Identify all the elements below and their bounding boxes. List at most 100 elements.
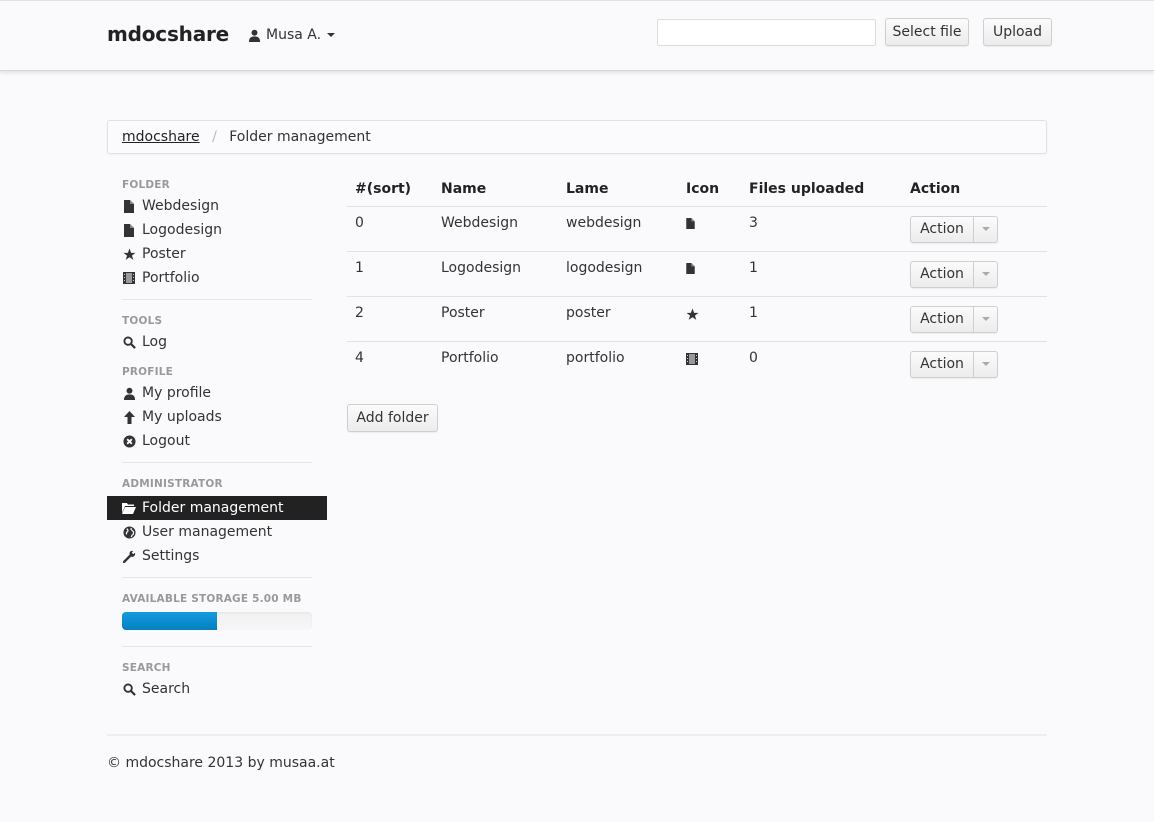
column-header-name: Name (433, 172, 558, 207)
sidebar-item-settings[interactable]: Settings (107, 544, 327, 568)
cell-icon (678, 206, 741, 252)
sidebar-header-tools: Tools (122, 315, 163, 327)
action-button[interactable]: Action (910, 305, 974, 333)
cell-lame: logodesign (558, 251, 678, 297)
cell-icon (678, 296, 741, 342)
sidebar-item-label: My uploads (142, 409, 222, 425)
column-header-sort[interactable]: #(sort) (347, 172, 433, 207)
sidebar-item-logout[interactable]: Logout (107, 429, 327, 453)
star-icon (686, 308, 699, 320)
caret-down-icon (327, 33, 336, 37)
search-icon (122, 682, 136, 696)
sidebar-item-label: Search (142, 681, 191, 697)
table-row: 2 Poster poster 1 Action (347, 296, 1047, 342)
sidebar-item-search[interactable]: Search (107, 677, 327, 701)
breadcrumb-current: Folder management (229, 129, 371, 145)
sidebar-item-webdesign[interactable]: Webdesign (107, 194, 327, 218)
sidebar-item-my-profile[interactable]: My profile (107, 381, 327, 405)
column-header-icon: Icon (678, 172, 741, 207)
cell-files-uploaded: 1 (741, 296, 902, 342)
sidebar-item-label: Logout (142, 433, 190, 449)
action-dropdown-toggle[interactable] (974, 350, 998, 378)
folder-open-icon (122, 501, 136, 515)
sidebar-header-search: Search (122, 662, 171, 674)
star-icon (122, 247, 136, 261)
cell-sort: 0 (347, 206, 433, 252)
sidebar-item-log[interactable]: Log (107, 330, 327, 354)
wrench-icon (122, 549, 136, 563)
action-button[interactable]: Action (910, 215, 974, 243)
table-row: 4 Portfolio portfolio 0 Action (347, 341, 1047, 386)
sidebar-item-label: My profile (142, 385, 212, 401)
user-icon (248, 29, 261, 42)
caret-down-icon (981, 317, 990, 321)
caret-down-icon (981, 362, 990, 366)
cell-icon (678, 341, 741, 386)
film-icon (122, 271, 136, 285)
action-button[interactable]: Action (910, 350, 974, 378)
sidebar-item-user-management[interactable]: User management (107, 520, 327, 544)
action-button[interactable]: Action (910, 260, 974, 288)
cell-lame: portfolio (566, 349, 625, 366)
action-dropdown-toggle[interactable] (974, 260, 998, 288)
file-icon (686, 262, 695, 274)
sidebar-divider (122, 462, 312, 463)
sidebar-item-label: Poster (142, 246, 186, 262)
select-file-button[interactable]: Select file (885, 18, 969, 46)
sidebar-item-my-uploads[interactable]: My uploads (107, 405, 327, 429)
user-menu-dropdown[interactable]: Musa A. (248, 27, 336, 43)
cell-action: Action (902, 341, 1047, 386)
sidebar-item-label: Folder management (142, 500, 284, 516)
search-icon (122, 335, 136, 349)
sidebar-item-portfolio[interactable]: Portfolio (107, 266, 327, 290)
footer-copyright: © mdocshare 2013 by musaa.at (107, 755, 335, 771)
user-icon (122, 386, 136, 400)
sidebar-item-logodesign[interactable]: Logodesign (107, 218, 327, 242)
remove-circle-icon (122, 434, 136, 448)
file-path-input[interactable] (657, 19, 876, 46)
file-icon (122, 199, 136, 213)
cell-name: Poster (433, 296, 558, 342)
sidebar-divider (122, 646, 312, 647)
film-icon (686, 352, 698, 365)
sidebar-header-folder: Folder (122, 179, 170, 191)
sidebar-item-label: Settings (142, 548, 200, 564)
sidebar-item-label: Log (142, 334, 168, 350)
table-row: 0 Webdesign webdesign 3 Action (347, 206, 1047, 252)
cell-files-uploaded: 3 (741, 206, 902, 252)
upload-button[interactable]: Upload (983, 18, 1052, 46)
caret-down-icon (981, 272, 990, 276)
sidebar-item-label: Portfolio (142, 270, 200, 286)
cell-icon (678, 251, 741, 297)
add-folder-button[interactable]: Add folder (347, 404, 438, 432)
column-header-action: Action (902, 172, 1047, 207)
cell-name: Logodesign (433, 251, 558, 297)
action-button-group: Action (910, 350, 998, 378)
storage-progress-bar (122, 612, 312, 630)
sidebar-item-folder-management[interactable]: Folder management (107, 496, 327, 520)
sidebar-divider (122, 299, 312, 300)
sidebar-item-poster[interactable]: Poster (107, 242, 327, 266)
column-header-files-uploaded: Files uploaded (741, 172, 902, 207)
footer-divider (107, 734, 1047, 736)
sidebar-item-label: User management (142, 524, 273, 540)
breadcrumb-home-link[interactable]: mdocshare (122, 129, 200, 145)
sidebar: Folder Webdesign Logodesign Poster Portf… (107, 176, 327, 701)
folder-table: #(sort) Name Lame Icon Files uploaded Ac… (347, 172, 1047, 386)
brand-logo[interactable]: mdocshare (107, 22, 229, 46)
cell-action: Action (902, 251, 1047, 297)
navbar: mdocshare Musa A. Select file Upload (0, 0, 1154, 71)
storage-label: Available storage 5.00 MB (122, 593, 302, 605)
globe-icon (122, 525, 136, 539)
action-button-group: Action (910, 305, 998, 333)
action-dropdown-toggle[interactable] (974, 215, 998, 243)
sidebar-header-profile: Profile (122, 366, 174, 378)
sidebar-item-label: Webdesign (142, 198, 219, 214)
cell-name: Webdesign (433, 206, 558, 252)
action-dropdown-toggle[interactable] (974, 305, 998, 333)
sidebar-divider (122, 577, 312, 578)
cell-action: Action (902, 296, 1047, 342)
action-button-group: Action (910, 215, 998, 243)
column-header-lame: Lame (558, 172, 678, 207)
user-name: Musa A. (266, 27, 322, 43)
